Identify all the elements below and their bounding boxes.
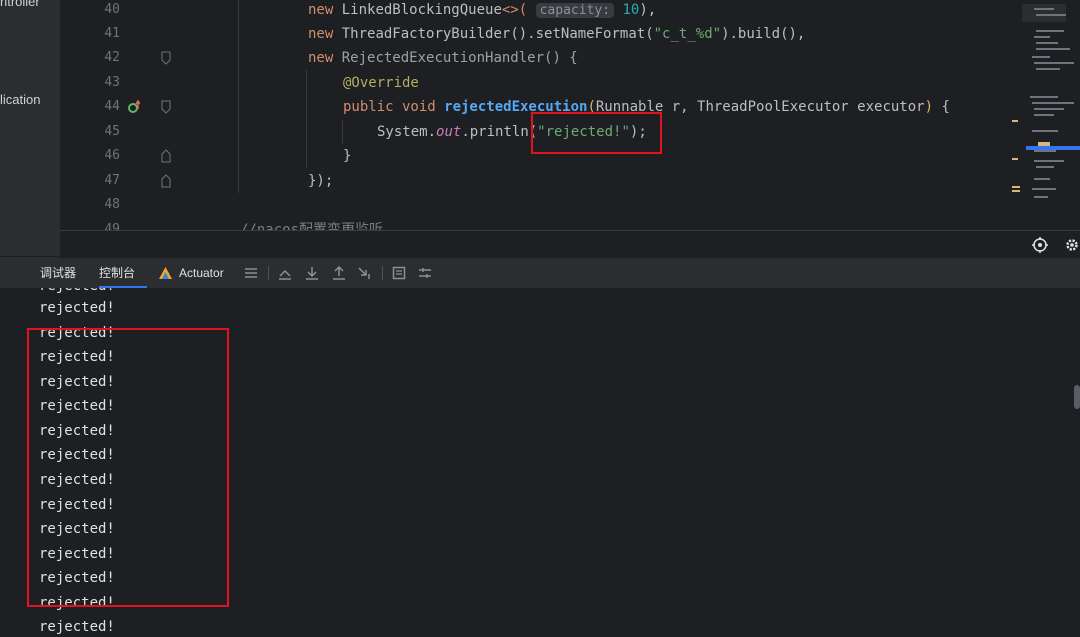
tool-window-header (60, 230, 1080, 259)
sidebar-divider (0, 256, 60, 257)
console-line: rejected! (39, 374, 115, 390)
step-into-icon[interactable] (332, 266, 346, 280)
tab-actuator-label: Actuator (179, 266, 224, 280)
code-line-40: new LinkedBlockingQueue<>( capacity: 10)… (308, 2, 657, 18)
console-line: rejected! (39, 595, 115, 611)
tab-debugger[interactable]: 调试器 (40, 258, 76, 288)
code-line-42: new RejectedExecutionHandler() { (308, 50, 578, 66)
evaluate-table-icon[interactable] (392, 266, 406, 280)
crosshair-icon[interactable] (1032, 237, 1048, 253)
line-number: 47 (104, 173, 120, 188)
console-line: rejected! (39, 472, 115, 488)
indent-guide (342, 120, 343, 144)
toolbar-divider (382, 266, 383, 280)
fold-end-marker-icon[interactable] (160, 173, 172, 189)
line-number: 44 (104, 99, 120, 114)
console-line: rejected! (39, 423, 115, 439)
debug-tab-bar: 调试器 控制台 Actuator (0, 258, 1080, 289)
fold-end-marker-icon[interactable] (160, 148, 172, 164)
console-line: rejected! (39, 447, 115, 463)
console-line: rejected! (39, 325, 115, 341)
actuator-icon (159, 267, 172, 279)
indent-guide (306, 70, 307, 168)
code-line-46: } (343, 148, 352, 164)
line-number: 43 (104, 75, 120, 90)
step-out-icon[interactable] (358, 266, 372, 280)
gear-icon[interactable] (1064, 237, 1080, 253)
code-editor[interactable]: 40 41 42 43 44 45 46 47 48 49 new Linked… (60, 0, 1080, 230)
fold-marker-icon[interactable] (160, 50, 172, 66)
line-number: 48 (104, 197, 120, 212)
toolbar-divider (268, 266, 269, 280)
line-number: 46 (104, 148, 120, 163)
console-output[interactable]: rejected! rejected! rejected! rejected! … (0, 288, 1080, 637)
console-line: rejected! (39, 546, 115, 562)
menu-lines-icon[interactable] (244, 266, 258, 280)
code-minimap[interactable] (1010, 0, 1080, 230)
console-line: rejected! (39, 398, 115, 414)
inlay-hint-capacity: capacity: (535, 3, 615, 18)
tab-actuator[interactable]: Actuator (158, 258, 224, 288)
sidebar-item-application[interactable]: lication (0, 92, 40, 107)
console-line: rejected! (39, 497, 115, 513)
console-line: rejected! (39, 349, 115, 365)
indent-guide (238, 0, 239, 193)
show-execution-point-icon[interactable] (278, 266, 292, 280)
line-number: 42 (104, 50, 120, 65)
sidebar-item-controller[interactable]: ntroller (0, 0, 40, 9)
editor-gutter: 40 41 42 43 44 45 46 47 48 49 (60, 0, 193, 230)
console-line: rejected! (39, 570, 115, 586)
trace-settings-icon[interactable] (418, 266, 432, 280)
line-number: 41 (104, 26, 120, 41)
fold-marker-icon[interactable] (160, 99, 172, 115)
code-line-41: new ThreadFactoryBuilder().setNameFormat… (308, 26, 806, 42)
code-line-45: System.out.println("rejected!"); (377, 124, 647, 140)
console-line: rejected! (39, 300, 115, 316)
code-line-43: @Override (343, 75, 419, 91)
code-line-47: }); (308, 173, 334, 189)
line-number: 49 (104, 222, 120, 230)
code-line-49: //nacos配置变更监听 (240, 222, 384, 230)
tab-console[interactable]: 控制台 (99, 258, 148, 288)
console-scrollbar[interactable] (1074, 385, 1080, 409)
line-number: 45 (104, 124, 120, 139)
implements-override-icon[interactable] (128, 99, 140, 115)
console-line: rejected! (39, 619, 115, 635)
step-over-icon[interactable] (305, 266, 319, 280)
line-number: 40 (104, 2, 120, 17)
console-line: rejected! (39, 521, 115, 537)
code-line-44: public void rejectedExecution(Runnable r… (343, 99, 950, 115)
